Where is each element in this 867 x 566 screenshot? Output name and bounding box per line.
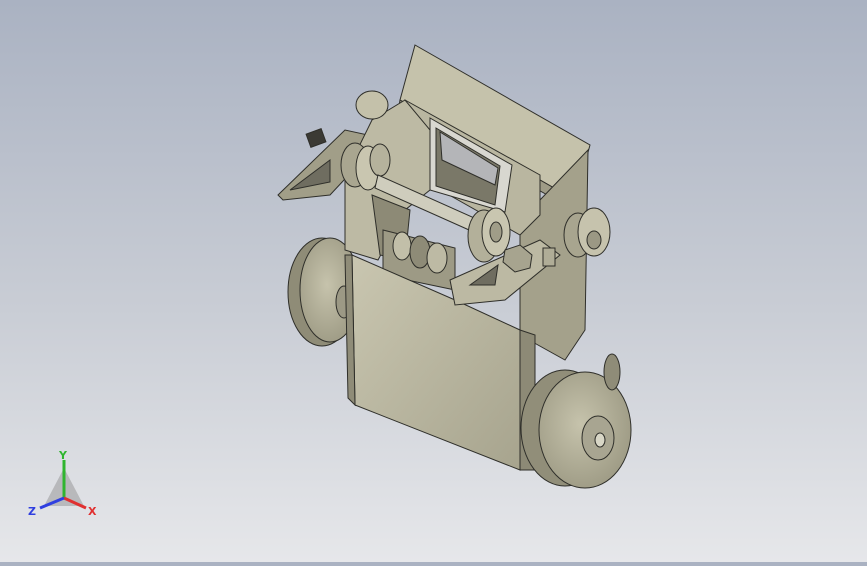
assembly-model[interactable]	[0, 0, 867, 562]
coordinate-triad: Y X Z	[26, 448, 106, 520]
rear-wheel-hint	[603, 353, 621, 391]
z-axis-label: Z	[28, 505, 36, 518]
y-axis-label: Y	[58, 449, 68, 462]
right-shaft-roller	[467, 207, 511, 263]
x-axis-label: X	[88, 505, 97, 518]
triad-graphic: Y X Z	[28, 449, 97, 518]
side-clip	[542, 247, 556, 267]
right-end-roller	[563, 207, 611, 258]
model-viewport[interactable]	[0, 0, 867, 562]
